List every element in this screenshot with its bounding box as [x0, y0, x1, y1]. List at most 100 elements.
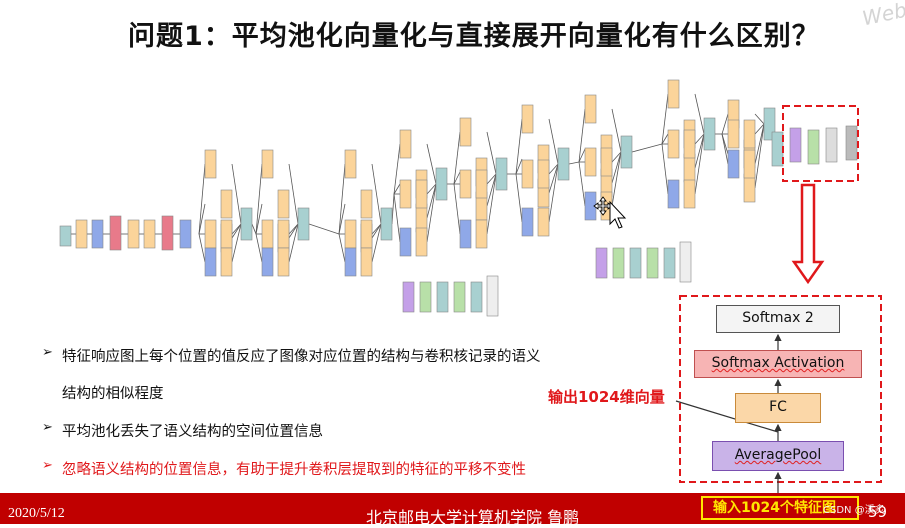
- inception-pool: [667, 179, 680, 209]
- aux-layer: [663, 247, 676, 279]
- inception-conv: [360, 189, 373, 219]
- softmax-activation-label: Softmax Activation: [711, 355, 845, 371]
- inception-conv: [459, 117, 472, 147]
- inception-conv: [584, 94, 597, 124]
- output-layer: [771, 131, 784, 167]
- aux-layer: [646, 247, 659, 279]
- aux-pool: [402, 281, 415, 313]
- inception-conv: [743, 139, 756, 169]
- inception-conv: [537, 207, 550, 237]
- inception-conv: [475, 219, 488, 249]
- inception-pool: [727, 149, 740, 179]
- inception-pool: [204, 247, 217, 277]
- aux-layer: [419, 281, 432, 313]
- aux-pool: [595, 247, 608, 279]
- inception-conv: [683, 153, 696, 183]
- inception-conv: [277, 247, 290, 277]
- inception-conv: [204, 149, 217, 179]
- stem-layer: [91, 219, 104, 249]
- inception-conv: [261, 219, 274, 249]
- inception-conv: [415, 169, 428, 199]
- slide-title: 问题1：平均池化向量化与直接展开向量化有什么区别？: [128, 21, 820, 52]
- stem-layer: [179, 219, 192, 249]
- inception-conv: [683, 179, 696, 209]
- output-layer: [825, 127, 838, 163]
- inception-conv: [344, 219, 357, 249]
- inception-conv: [220, 189, 233, 219]
- inception-pool: [584, 191, 597, 221]
- inception-conv: [667, 129, 680, 159]
- inception-conv: [399, 129, 412, 159]
- bullet-3: ➢ 忽略语义结构的位置信息，有助于提升卷积层提取到的特征的平移不变性: [42, 458, 526, 479]
- inception-conv: [727, 99, 740, 129]
- inception-conv: [277, 223, 290, 253]
- fc-label: FC: [769, 399, 787, 415]
- average-pool-label: AveragePool: [734, 447, 822, 463]
- footer-date: 2020/5/12: [8, 506, 65, 521]
- stem-layer: [59, 225, 72, 247]
- footer-organization: 北京邮电大学计算机学院 鲁鹏: [366, 508, 580, 527]
- inception-pool: [521, 207, 534, 237]
- bullet-2-text: 平均池化丢失了语义结构的空间位置信息: [62, 424, 323, 440]
- inception-concat: [495, 157, 508, 191]
- stem-layer: [109, 215, 122, 251]
- inception-conv: [277, 189, 290, 219]
- inception-conv: [683, 129, 696, 159]
- inception-conv: [415, 203, 428, 233]
- aux-softmax: [486, 275, 499, 317]
- output-region-highlight: [782, 105, 859, 182]
- inception-conv: [600, 191, 613, 221]
- inception-concat: [620, 135, 633, 169]
- bullet-1-continued-text: 结构的相似程度: [62, 386, 164, 402]
- inception-concat: [240, 207, 253, 241]
- inception-conv: [600, 134, 613, 164]
- bullet-3-text: 忽略语义结构的位置信息，有助于提升卷积层提取到的特征的平移不变性: [62, 462, 526, 478]
- inception-concat: [297, 207, 310, 241]
- inception-conv: [277, 219, 290, 249]
- fc-block: FC: [735, 393, 821, 423]
- aux-layer: [453, 281, 466, 313]
- inception-conv: [360, 223, 373, 253]
- aux-layer: [470, 281, 483, 313]
- inception-concat: [435, 167, 448, 201]
- softmax-activation-block: Softmax Activation: [694, 350, 862, 378]
- inception-conv: [220, 223, 233, 253]
- output-layer: [807, 129, 820, 165]
- inception-conv: [475, 157, 488, 187]
- inception-conv: [727, 119, 740, 149]
- bullet-arrow-icon: ➢: [42, 420, 53, 435]
- down-arrow-icon: [791, 183, 825, 285]
- stem-layer: [143, 219, 156, 249]
- inception-conv: [521, 104, 534, 134]
- bullet-1: ➢ 特征响应图上每个位置的值反应了图像对应位置的结构与卷积核记录的语义: [42, 345, 541, 366]
- inception-conv: [600, 147, 613, 177]
- inception-conv: [743, 119, 756, 149]
- softmax2-label: Softmax 2: [742, 310, 814, 326]
- inception-conv: [683, 119, 696, 149]
- inception-conv: [344, 149, 357, 179]
- bullet-1-continued: 结构的相似程度: [62, 382, 164, 403]
- inception-conv: [360, 247, 373, 277]
- inception-conv: [261, 149, 274, 179]
- inception-concat: [703, 117, 716, 151]
- bullet-2: ➢ 平均池化丢失了语义结构的空间位置信息: [42, 420, 323, 441]
- inception-conv: [475, 169, 488, 199]
- inception-conv: [475, 191, 488, 221]
- inception-conv: [360, 219, 373, 249]
- inception-conv: [399, 179, 412, 209]
- inception-concat: [557, 147, 570, 181]
- inception-conv: [584, 147, 597, 177]
- inception-conv: [743, 173, 756, 203]
- inception-conv: [415, 179, 428, 209]
- stem-layer: [75, 219, 88, 249]
- output-layer: [845, 125, 858, 161]
- inception-pool: [344, 247, 357, 277]
- slide: 问题1：平均池化向量化与直接展开向量化有什么区别？ Web ➢ 特征响应图上每个…: [0, 0, 905, 527]
- corner-watermark: Web: [859, 0, 905, 31]
- output-vector-label: 输出1024维向量: [548, 388, 665, 406]
- inception-pool: [459, 219, 472, 249]
- inception-conv: [537, 178, 550, 208]
- aux-layer: [436, 281, 449, 313]
- inception-pool: [261, 247, 274, 277]
- bullet-1-text: 特征响应图上每个位置的值反应了图像对应位置的结构与卷积核记录的语义: [62, 349, 541, 365]
